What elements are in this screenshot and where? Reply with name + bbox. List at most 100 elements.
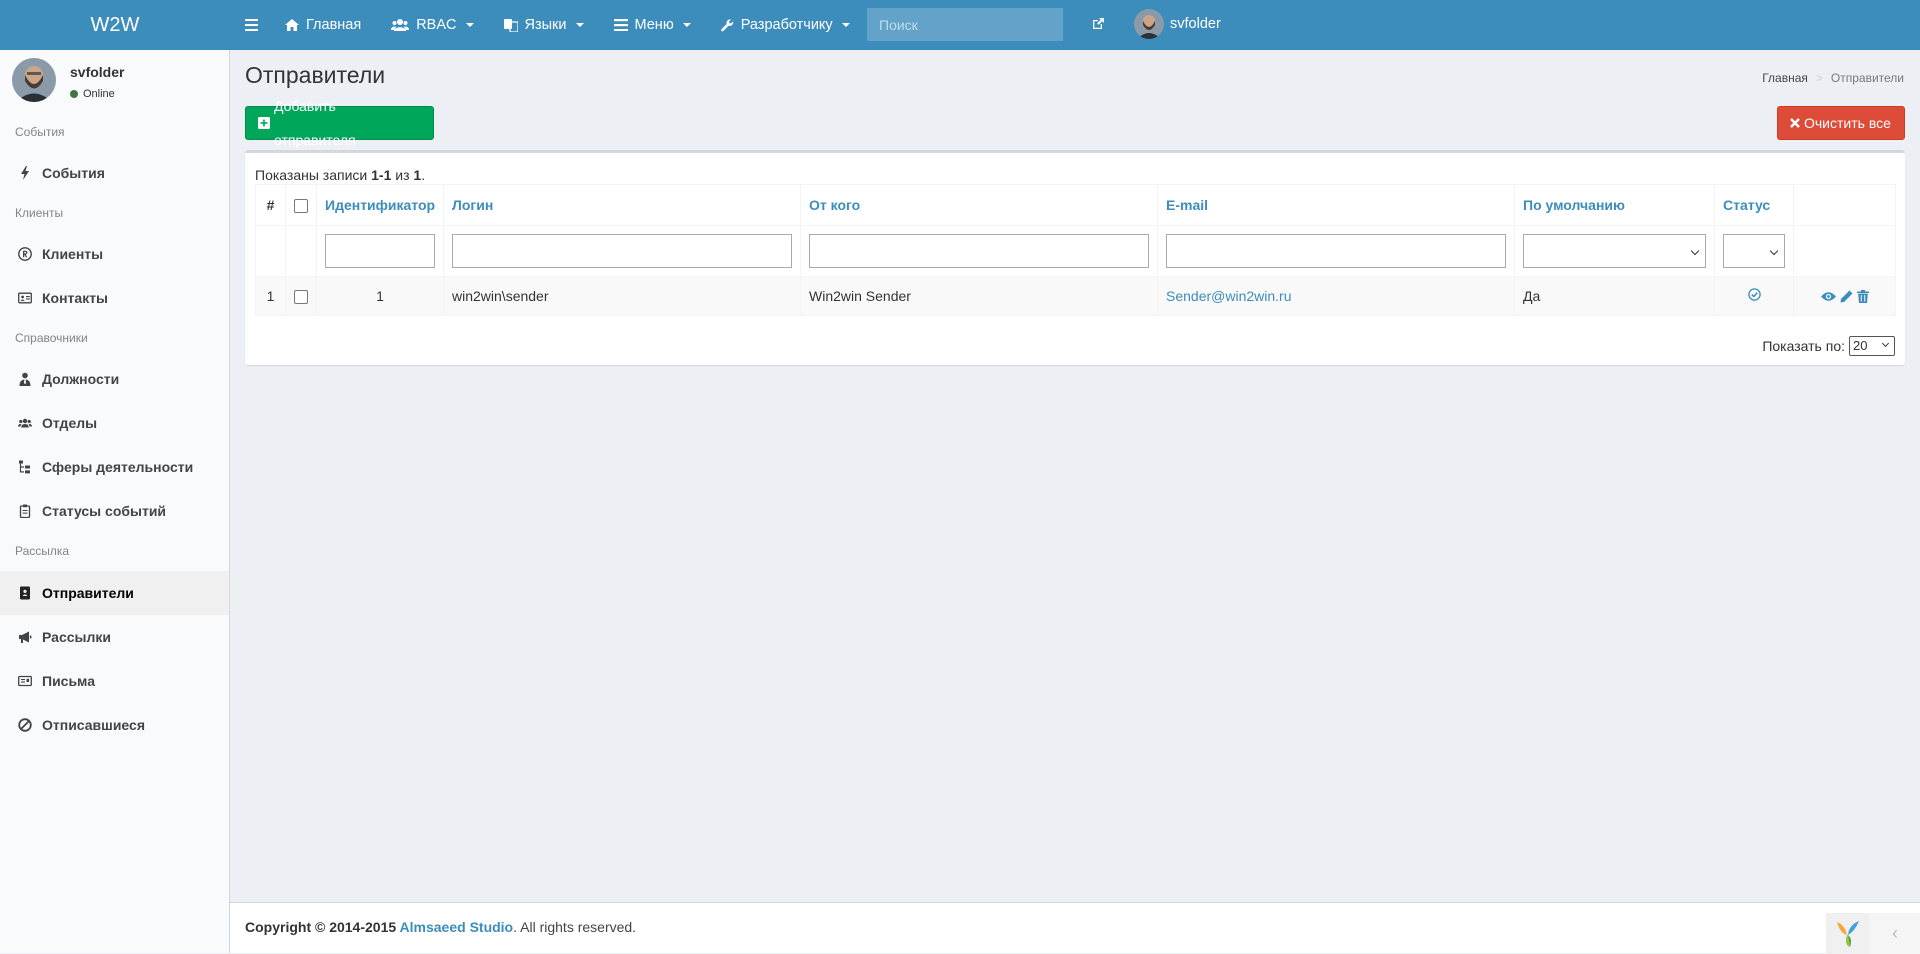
filter-cell-empty [285, 225, 317, 277]
nav-developer[interactable]: Разработчику [706, 0, 865, 50]
sidebar-item-events[interactable]: События [0, 151, 229, 195]
sitemap-icon [19, 460, 30, 474]
row-select-cell [285, 276, 317, 316]
yii-logo[interactable] [1826, 913, 1870, 954]
check-circle-icon[interactable] [1747, 288, 1761, 301]
row-actions-cell [1793, 276, 1896, 316]
login-filter-input[interactable] [452, 234, 792, 268]
chevron-left-icon[interactable]: ‹ [1870, 913, 1920, 954]
sort-status-link[interactable]: Статус [1723, 197, 1770, 213]
sidebar-item-label: Отправители [42, 585, 134, 601]
sidebar-item-mailings[interactable]: Рассылки [0, 615, 229, 659]
sidebar: svfolder Online События События Клиенты … [0, 50, 230, 953]
breadcrumb-home-link[interactable]: Главная [1762, 71, 1808, 85]
menu-header-events: События [15, 125, 65, 139]
sidebar-item-label: Отделы [42, 415, 98, 431]
search-input[interactable] [867, 8, 1063, 41]
row-email-link[interactable]: Sender@win2win.ru [1166, 288, 1292, 304]
add-sender-label: Добавить отправителя [273, 98, 356, 148]
sidebar-item-positions[interactable]: Должности [0, 357, 229, 401]
sidebar-toggle-button[interactable] [230, 0, 270, 50]
filter-cell-email [1157, 225, 1515, 277]
copyright-suffix: . All rights reserved. [513, 919, 637, 935]
page-size-value: 20 [1853, 338, 1868, 353]
email-filter-input[interactable] [1166, 234, 1506, 268]
users-icon [391, 19, 410, 31]
id-filter-input[interactable] [325, 234, 435, 268]
menu-header-references: Справочники [15, 331, 88, 345]
column-header-email: E-mail [1157, 184, 1515, 226]
nav-menu[interactable]: Меню [599, 0, 706, 50]
envelope-icon [18, 675, 32, 687]
sidebar-item-clients[interactable]: Клиенты [0, 232, 229, 276]
sidebar-item-senders[interactable]: Отправители [0, 571, 229, 615]
list-icon [613, 19, 628, 31]
sidebar-item-activities[interactable]: Сферы деятельности [0, 445, 229, 489]
sidebar-item-letters[interactable]: Письма [0, 659, 229, 703]
sidebar-item-label: События [42, 165, 105, 181]
user-status-label: Online [83, 88, 115, 100]
column-header-number: # [255, 184, 286, 226]
user-tie-icon [19, 372, 31, 386]
row-checkbox[interactable] [294, 290, 308, 305]
sidebar-item-unsubscribed[interactable]: Отписавшиеся [0, 703, 229, 747]
filter-cell-status [1714, 225, 1794, 277]
avatar [12, 58, 56, 102]
sidebar-item-label: Отписавшиеся [42, 717, 145, 733]
sort-email-link[interactable]: E-mail [1166, 197, 1208, 213]
sidebar-item-event-statuses[interactable]: Статусы событий [0, 489, 229, 533]
page-size-select[interactable]: 20 [1849, 336, 1895, 356]
default-filter-select[interactable] [1523, 234, 1706, 268]
sort-from-link[interactable]: От кого [809, 197, 860, 213]
filter-cell-empty [1793, 225, 1896, 277]
page-size-control: Показать по: 20 [1762, 336, 1895, 356]
avatar [1134, 9, 1164, 39]
filter-cell-from [800, 225, 1158, 277]
sidebar-item-contacts[interactable]: Контакты [0, 276, 229, 320]
online-dot-icon [70, 90, 78, 98]
clear-all-button[interactable]: Очистить все [1777, 106, 1905, 140]
senders-grid-box: Показаны записи 1-1 из 1. # Идентификато… [245, 150, 1905, 365]
ban-icon [18, 718, 32, 732]
footer-brand-link[interactable]: Almsaeed Studio [400, 919, 514, 935]
sort-id-link[interactable]: Идентификатор [325, 197, 435, 213]
senders-table: # Идентификатор Логин От кого E-mail По … [255, 184, 1896, 316]
user-menu[interactable]: svfolder [1134, 9, 1221, 39]
menu-header-clients: Клиенты [15, 206, 64, 220]
sort-default-link[interactable]: По умолчанию [1523, 197, 1625, 213]
trash-icon[interactable] [1856, 289, 1869, 303]
page-size-label: Показать по: [1762, 338, 1845, 354]
external-link-button[interactable] [1092, 17, 1105, 33]
pencil-icon[interactable] [1840, 290, 1853, 303]
address-card-icon [18, 292, 32, 304]
row-status-cell [1714, 276, 1794, 316]
add-sender-button[interactable]: Добавить отправителя [245, 98, 434, 148]
from-filter-input[interactable] [809, 234, 1149, 268]
sort-login-link[interactable]: Логин [452, 197, 493, 213]
sidebar-item-label: Должности [42, 371, 120, 387]
nav-languages[interactable]: Языки [489, 0, 599, 50]
sidebar-item-label: Письма [42, 673, 96, 689]
summary-middle: из [391, 167, 414, 183]
select-all-checkbox[interactable] [294, 199, 308, 214]
row-default: Да [1514, 276, 1715, 316]
column-header-id: Идентификатор [316, 184, 444, 226]
bars-icon [245, 19, 258, 31]
copyright-text: Copyright © 2014-2015 Almsaeed Studio. A… [245, 919, 636, 935]
column-header-status: Статус [1714, 184, 1794, 226]
sidebar-item-departments[interactable]: Отделы [0, 401, 229, 445]
column-header-actions [1793, 184, 1896, 226]
status-filter-select[interactable] [1723, 234, 1785, 268]
app-logo[interactable]: W2W [0, 0, 230, 50]
top-navbar: W2W Главная RBAC Языки Меню Разработчику [0, 0, 1920, 50]
sidebar-item-label: Рассылки [42, 629, 111, 645]
registered-icon [18, 247, 32, 261]
sidebar-item-label: Сферы деятельности [42, 459, 194, 475]
row-number: 1 [255, 276, 286, 316]
home-icon [285, 19, 299, 31]
eye-icon[interactable] [1820, 291, 1836, 302]
nav-home[interactable]: Главная [270, 0, 376, 50]
nav-rbac[interactable]: RBAC [376, 0, 488, 50]
caret-down-icon [465, 23, 474, 27]
column-header-select-all [285, 184, 317, 226]
